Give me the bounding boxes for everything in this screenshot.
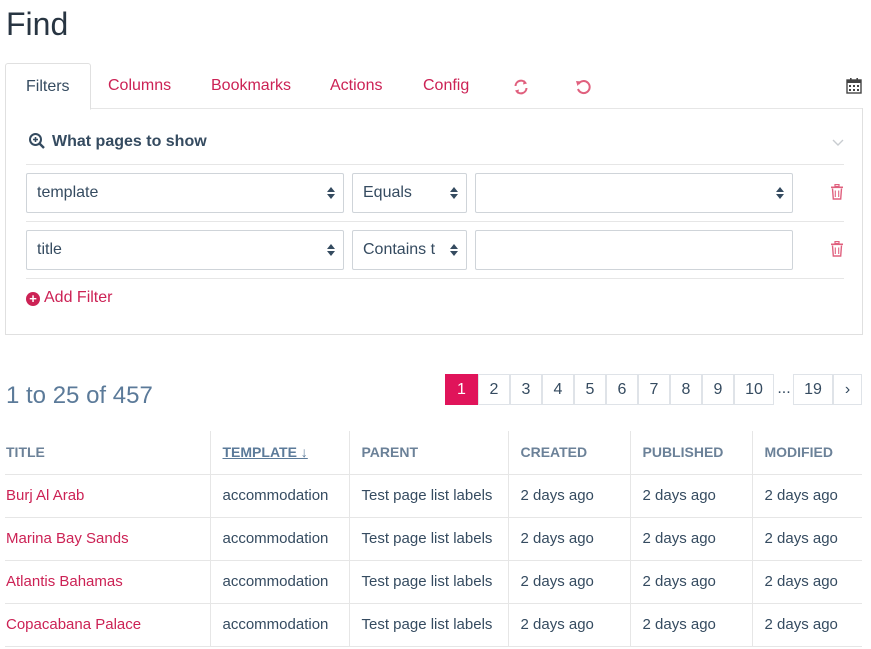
cell-modified: 2 days ago [751, 517, 862, 561]
column-header-template[interactable]: TEMPLATE ↓ [209, 431, 349, 475]
table-row: Copacabana Palace accommodation Test pag… [5, 603, 862, 647]
tab-actions[interactable]: Actions [330, 63, 382, 109]
page-title-link[interactable]: Burj Al Arab [6, 487, 84, 504]
cell-modified: 2 days ago [751, 560, 862, 604]
select-arrow-icon [450, 244, 458, 256]
cell-parent: Test page list labels [348, 474, 508, 518]
page-title-link[interactable]: Copacabana Palace [6, 616, 141, 633]
page-button[interactable]: 2 [478, 374, 510, 405]
cell-published: 2 days ago [629, 603, 752, 647]
tab-config[interactable]: Config [423, 63, 469, 109]
filter-row: title Contains t [26, 222, 844, 279]
cell-title: Copacabana Palace [5, 603, 210, 647]
cell-template: accommodation [209, 517, 349, 561]
filter-field-select[interactable]: title [26, 230, 344, 270]
cell-parent: Test page list labels [348, 560, 508, 604]
add-filter-button[interactable]: + Add Filter [26, 289, 112, 307]
page-button[interactable]: 4 [542, 374, 574, 405]
cell-title: Burj Al Arab [5, 474, 210, 518]
filter-value-select[interactable] [475, 173, 793, 213]
page-button[interactable]: 8 [670, 374, 702, 405]
trash-icon[interactable] [830, 241, 844, 257]
cell-template: accommodation [209, 560, 349, 604]
refresh-icon[interactable] [512, 78, 530, 96]
cell-title: Atlantis Bahamas [5, 560, 210, 604]
undo-icon[interactable] [574, 78, 592, 96]
filter-field-value: template [37, 184, 99, 201]
page-title: Find [6, 6, 69, 42]
cell-created: 2 days ago [507, 517, 630, 561]
cell-published: 2 days ago [629, 560, 752, 604]
filter-row: template Equals [26, 165, 844, 222]
cell-parent: Test page list labels [348, 603, 508, 647]
filter-value-input[interactable] [475, 230, 793, 270]
filter-operator-value: Equals [363, 184, 412, 201]
next-page-button[interactable]: › [833, 374, 862, 405]
table-row: Atlantis Bahamas accommodation Test page… [5, 560, 862, 604]
cell-created: 2 days ago [507, 474, 630, 518]
page-button[interactable]: 6 [606, 374, 638, 405]
plus-circle-icon: + [26, 292, 40, 306]
page-button[interactable]: 1 [445, 374, 478, 405]
column-header-parent[interactable]: PARENT [348, 431, 508, 475]
tab-bar: Filters Columns Bookmarks Actions Config [5, 63, 863, 110]
results-table: TITLE TEMPLATE ↓ PARENT CREATED PUBLISHE… [5, 431, 862, 647]
chevron-down-icon[interactable] [832, 136, 844, 148]
tab-bookmarks[interactable]: Bookmarks [211, 63, 291, 109]
tab-filters[interactable]: Filters [5, 63, 91, 110]
select-arrow-icon [327, 187, 335, 199]
tab-columns[interactable]: Columns [108, 63, 171, 109]
select-arrow-icon [327, 244, 335, 256]
add-filter-label: Add Filter [44, 289, 113, 306]
filter-operator-value: Contains t [363, 241, 436, 258]
page-button[interactable]: 9 [702, 374, 734, 405]
filter-field-value: title [37, 241, 62, 258]
filters-panel: What pages to show template Equals title [5, 108, 863, 335]
filter-operator-select[interactable]: Equals [352, 173, 467, 213]
column-header-published[interactable]: PUBLISHED [629, 431, 752, 475]
table-row: Marina Bay Sands accommodation Test page… [5, 517, 862, 561]
cell-modified: 2 days ago [751, 474, 862, 518]
results-summary: 1 to 25 of 457 [6, 382, 153, 409]
select-arrow-icon [776, 187, 784, 199]
last-page-button[interactable]: 19 [793, 374, 833, 405]
cell-created: 2 days ago [507, 603, 630, 647]
cell-published: 2 days ago [629, 517, 752, 561]
cell-title: Marina Bay Sands [5, 517, 210, 561]
cell-created: 2 days ago [507, 560, 630, 604]
cell-modified: 2 days ago [751, 603, 862, 647]
cell-published: 2 days ago [629, 474, 752, 518]
column-header-modified[interactable]: MODIFIED [751, 431, 862, 475]
page-button[interactable]: 5 [574, 374, 606, 405]
cell-template: accommodation [209, 603, 349, 647]
page-button[interactable]: 3 [510, 374, 542, 405]
column-header-title[interactable]: TITLE [5, 431, 210, 475]
cell-template: accommodation [209, 474, 349, 518]
filters-heading: What pages to show [52, 133, 207, 150]
column-header-created[interactable]: CREATED [507, 431, 630, 475]
filter-field-select[interactable]: template [26, 173, 344, 213]
table-row: Burj Al Arab accommodation Test page lis… [5, 474, 862, 518]
page-button[interactable]: 7 [638, 374, 670, 405]
filters-panel-header[interactable]: What pages to show [26, 108, 844, 165]
page-button[interactable]: 10 [734, 374, 774, 405]
table-header-row: TITLE TEMPLATE ↓ PARENT CREATED PUBLISHE… [5, 431, 862, 475]
page-title-link[interactable]: Marina Bay Sands [6, 530, 129, 547]
cell-parent: Test page list labels [348, 517, 508, 561]
pagination-ellipsis: ... [777, 380, 791, 397]
filter-operator-select[interactable]: Contains t [352, 230, 467, 270]
trash-icon[interactable] [830, 184, 844, 200]
select-arrow-icon [450, 187, 458, 199]
search-plus-icon [29, 133, 45, 149]
calendar-icon[interactable] [845, 77, 863, 95]
page-title-link[interactable]: Atlantis Bahamas [6, 573, 123, 590]
